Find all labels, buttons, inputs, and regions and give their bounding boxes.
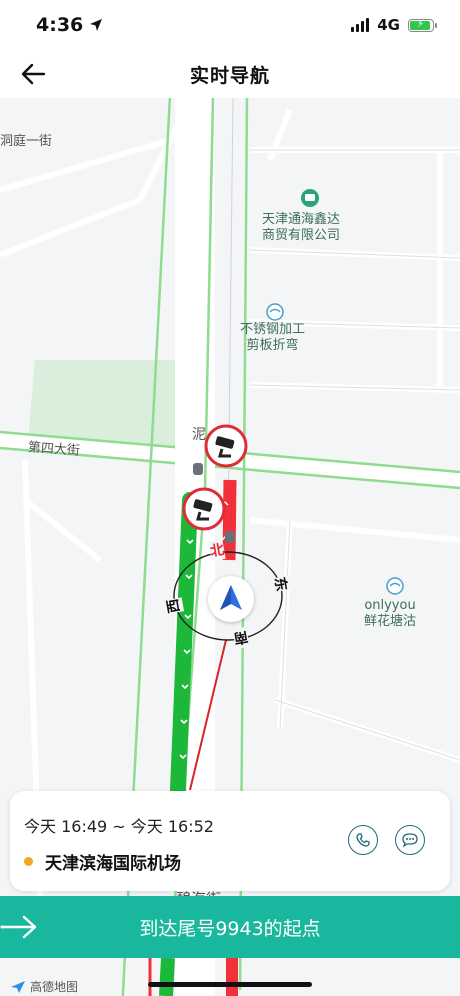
- signal-icon: [351, 18, 370, 32]
- street-label-dongting: 洞庭一街: [0, 134, 53, 149]
- call-button[interactable]: [348, 825, 378, 855]
- destination-text: 天津滨海国际机场: [45, 854, 181, 874]
- status-time: 4:36: [36, 14, 103, 36]
- chat-icon: [402, 833, 418, 848]
- message-button[interactable]: [395, 825, 425, 855]
- navigation-arrow-icon: [220, 585, 242, 610]
- poi-label-flower[interactable]: onlyyou 鲜花塘沽: [364, 598, 416, 630]
- amap-logo-text: 高德地图: [30, 980, 79, 994]
- amap-logo: 高德地图: [10, 978, 78, 995]
- trip-info-card: 今天 16:49 ~ 今天 16:52 天津滨海国际机场: [10, 791, 450, 891]
- banner-text: 到达尾号9943的起点: [139, 917, 321, 940]
- status-indicators: 4G ⚡: [351, 16, 437, 34]
- nav-bar: 实时导航: [0, 50, 460, 98]
- speed-camera-marker: [182, 487, 226, 531]
- phone-icon: [356, 833, 370, 847]
- camera-icon: [204, 424, 248, 468]
- location-arrow-icon: [90, 19, 103, 31]
- amap-logo-icon: [11, 980, 25, 993]
- current-location-marker: [208, 576, 254, 622]
- destination-row: 天津滨海国际机场: [24, 849, 181, 874]
- page-title: 实时导航: [189, 64, 270, 87]
- camera-icon: [182, 487, 226, 531]
- poi-label-tonghai[interactable]: 天津通海鑫达 商贸有限公司: [262, 212, 340, 244]
- status-bar: 4:36 4G ⚡: [0, 0, 460, 50]
- time-text: 4:36: [36, 14, 84, 36]
- home-indicator[interactable]: [148, 982, 312, 987]
- speed-camera-marker: [204, 424, 248, 468]
- network-label: 4G: [377, 16, 400, 34]
- eta-text: 今天 16:49 ~ 今天 16:52: [24, 817, 214, 836]
- back-arrow-icon[interactable]: [18, 60, 50, 88]
- street-label-disi: 第四大街: [27, 440, 81, 459]
- arrival-banner[interactable]: 到达尾号9943的起点: [0, 896, 460, 958]
- battery-icon: ⚡: [408, 18, 437, 32]
- destination-dot-icon: [24, 857, 33, 866]
- arrow-right-icon: [0, 915, 37, 939]
- poi-label-steel[interactable]: 不锈钢加工 剪板折弯: [240, 322, 305, 354]
